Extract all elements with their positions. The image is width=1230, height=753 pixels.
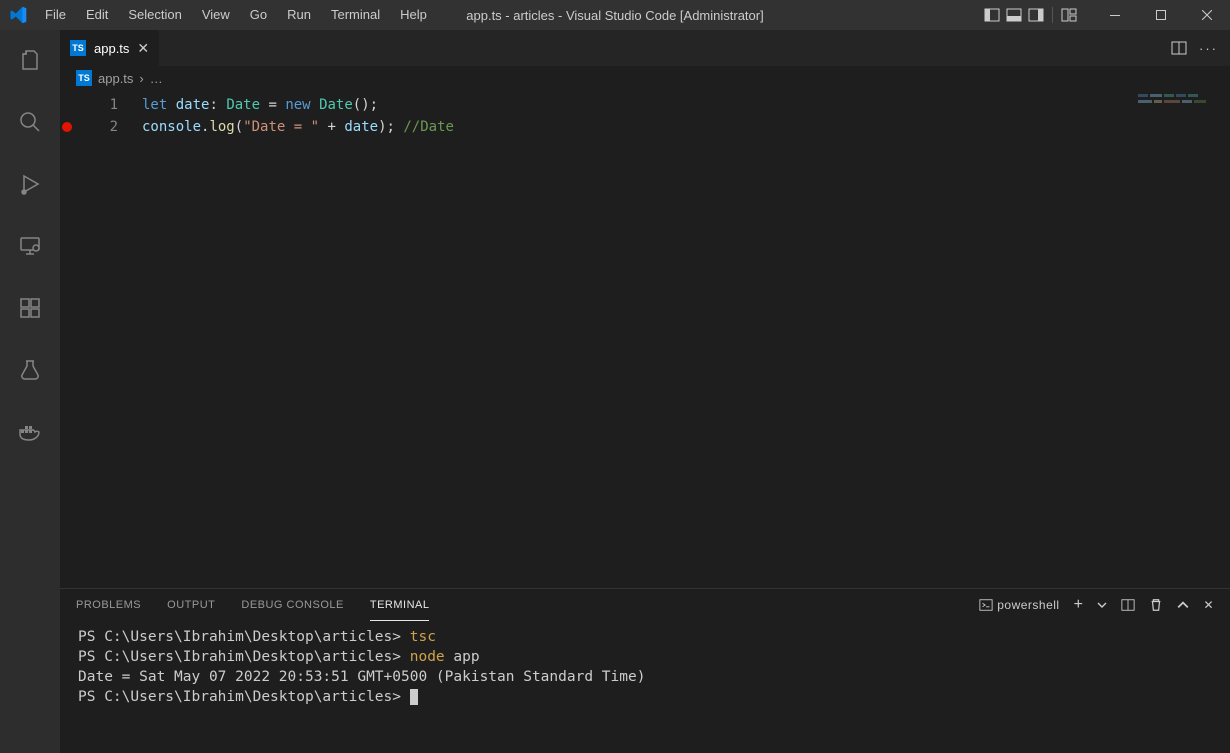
terminal-line: Date = Sat May 07 2022 20:53:51 GMT+0500…: [78, 667, 1212, 687]
chevron-right-icon: ›: [139, 71, 143, 86]
close-button[interactable]: [1184, 0, 1230, 30]
new-terminal-icon[interactable]: +: [1074, 596, 1084, 614]
terminal-dropdown-icon[interactable]: [1097, 600, 1107, 610]
docker-icon[interactable]: [6, 412, 54, 452]
code-line[interactable]: console.log("Date = " + date); //Date: [142, 116, 1230, 138]
code-line[interactable]: let date: Date = new Date();: [142, 94, 1230, 116]
panel-tab-terminal[interactable]: TERMINAL: [370, 589, 430, 621]
panel-tab-output[interactable]: OUTPUT: [167, 589, 215, 621]
tab-filename: app.ts: [94, 41, 129, 56]
typescript-icon: TS: [70, 40, 86, 56]
terminal-line: PS C:\Users\Ibrahim\Desktop\articles> ts…: [78, 627, 1212, 647]
layout-bottom-icon[interactable]: [1006, 7, 1022, 23]
tab-close-icon[interactable]: ✕: [137, 40, 149, 57]
panel-tab-debug-console[interactable]: DEBUG CONSOLE: [241, 589, 343, 621]
testing-icon[interactable]: [6, 350, 54, 390]
breadcrumb-more: …: [150, 71, 163, 86]
minimize-button[interactable]: [1092, 0, 1138, 30]
typescript-icon: TS: [76, 70, 92, 86]
layout-left-icon[interactable]: [984, 7, 1000, 23]
split-terminal-icon[interactable]: [1121, 598, 1135, 612]
menu-terminal[interactable]: Terminal: [321, 0, 390, 30]
menu-bar: FileEditSelectionViewGoRunTerminalHelp: [35, 0, 437, 30]
title-bar: FileEditSelectionViewGoRunTerminalHelp a…: [0, 0, 1230, 30]
line-number-gutter: 12: [78, 90, 118, 588]
run-debug-icon[interactable]: [6, 164, 54, 204]
extensions-icon[interactable]: [6, 288, 54, 328]
terminal-line: PS C:\Users\Ibrahim\Desktop\articles> no…: [78, 647, 1212, 667]
remote-explorer-icon[interactable]: [6, 226, 54, 266]
menu-file[interactable]: File: [35, 0, 76, 30]
terminal-profile-label: powershell: [997, 598, 1059, 612]
menu-run[interactable]: Run: [277, 0, 321, 30]
breadcrumbs[interactable]: TS app.ts › …: [60, 66, 1230, 90]
code-content[interactable]: let date: Date = new Date();console.log(…: [118, 90, 1230, 588]
maximize-panel-icon[interactable]: [1177, 599, 1189, 611]
close-panel-icon[interactable]: ✕: [1203, 598, 1214, 612]
panel-tabs: PROBLEMS OUTPUT DEBUG CONSOLE TERMINAL powe…: [60, 589, 1230, 621]
vscode-logo-icon: [0, 6, 35, 24]
more-actions-icon[interactable]: ···: [1199, 41, 1218, 56]
minimap[interactable]: [1138, 94, 1228, 124]
separator: [1052, 7, 1053, 23]
menu-go[interactable]: Go: [240, 0, 277, 30]
explorer-icon[interactable]: [6, 40, 54, 80]
menu-selection[interactable]: Selection: [118, 0, 191, 30]
kill-terminal-icon[interactable]: [1149, 598, 1163, 612]
breakpoint-gutter[interactable]: [60, 90, 78, 588]
customize-layout-icon[interactable]: [1061, 7, 1077, 23]
activity-bar: [0, 30, 60, 753]
terminal-cursor: [410, 689, 418, 705]
split-editor-icon[interactable]: [1171, 40, 1187, 56]
terminal-content[interactable]: PS C:\Users\Ibrahim\Desktop\articles> ts…: [60, 621, 1230, 753]
layout-right-icon[interactable]: [1028, 7, 1044, 23]
line-number: 2: [78, 116, 118, 138]
terminal-line: PS C:\Users\Ibrahim\Desktop\articles>: [78, 687, 1212, 707]
layout-controls: [984, 7, 1077, 23]
panel: PROBLEMS OUTPUT DEBUG CONSOLE TERMINAL powe…: [60, 588, 1230, 753]
editor-tabs: TS app.ts ✕ ···: [60, 30, 1230, 66]
maximize-button[interactable]: [1138, 0, 1184, 30]
panel-tab-problems[interactable]: PROBLEMS: [76, 589, 141, 621]
window-title: app.ts - articles - Visual Studio Code […: [466, 8, 763, 23]
tab-app-ts[interactable]: TS app.ts ✕: [60, 30, 160, 66]
terminal-profile-button[interactable]: powershell: [979, 598, 1059, 612]
code-editor[interactable]: 12 let date: Date = new Date();console.l…: [60, 90, 1230, 588]
menu-view[interactable]: View: [192, 0, 240, 30]
breadcrumb-file: app.ts: [98, 71, 133, 86]
menu-help[interactable]: Help: [390, 0, 437, 30]
editor-area: TS app.ts ✕ ··· TS app.ts › … 12 let dat…: [60, 30, 1230, 753]
menu-edit[interactable]: Edit: [76, 0, 118, 30]
line-number: 1: [78, 94, 118, 116]
search-icon[interactable]: [6, 102, 54, 142]
breakpoint-icon[interactable]: [62, 122, 72, 132]
